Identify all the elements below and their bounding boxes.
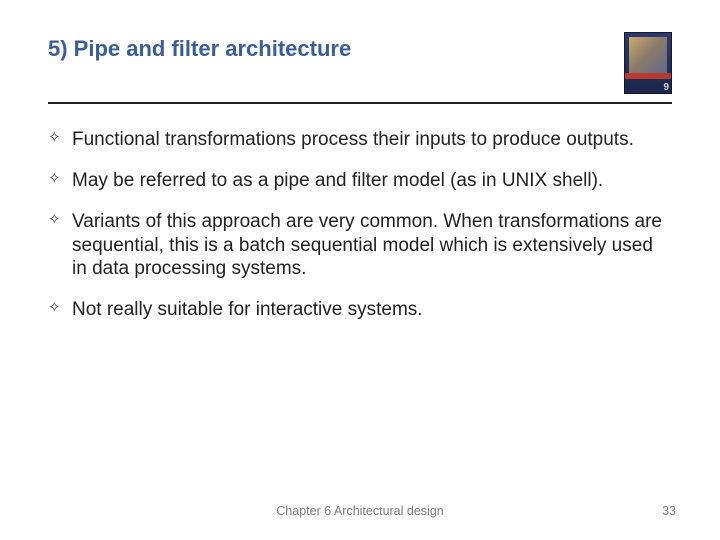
book-cover-image [629, 37, 667, 73]
slide-title: 5) Pipe and filter architecture [48, 32, 351, 62]
list-item: Not really suitable for interactive syst… [48, 298, 668, 321]
header-divider [48, 102, 672, 104]
list-item: Variants of this approach are very commo… [48, 210, 668, 280]
bullet-list: Functional transformations process their… [48, 128, 672, 321]
list-item: Functional transformations process their… [48, 128, 668, 151]
footer-chapter-label: Chapter 6 Architectural design [276, 504, 443, 518]
book-cover-thumbnail: 9 [624, 32, 672, 94]
page-number: 33 [662, 504, 676, 518]
slide: 5) Pipe and filter architecture 9 Functi… [0, 0, 720, 540]
list-item: May be referred to as a pipe and filter … [48, 169, 668, 192]
slide-footer: Chapter 6 Architectural design [0, 504, 720, 518]
slide-header: 5) Pipe and filter architecture 9 [48, 32, 672, 102]
book-edition-number: 9 [663, 82, 669, 93]
book-cover-band [625, 73, 671, 79]
